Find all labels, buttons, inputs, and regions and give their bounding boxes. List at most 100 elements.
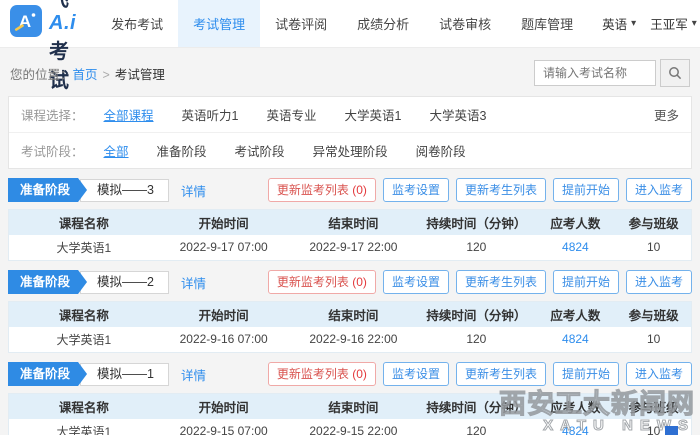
start-early-button[interactable]: 提前开始 xyxy=(553,178,619,202)
proctor-count-badge: (0) xyxy=(352,367,367,381)
cell-duration: 120 xyxy=(418,419,534,435)
exam-table-header-row: 课程名称 开始时间 结束时间 持续时间（分钟） 应考人数 参与班级 xyxy=(9,210,692,235)
chevron-down-icon: ▾ xyxy=(631,18,636,29)
enter-proctor-button[interactable]: 进入监考 xyxy=(626,270,692,294)
col-course-name: 课程名称 xyxy=(9,394,159,419)
exam-title: 模拟——1 xyxy=(80,363,169,386)
exam-card-buttons: 更新监考列表 (0) 监考设置 更新考生列表 提前开始 进入监考 xyxy=(268,270,692,294)
nav-item-exam-management[interactable]: 考试管理 xyxy=(178,0,260,47)
filter-label-stage: 考试阶段： xyxy=(21,141,84,160)
col-course-name: 课程名称 xyxy=(9,302,159,327)
filter-option-course-4[interactable]: 大学英语3 xyxy=(429,105,486,124)
cell-course-name: 大学英语1 xyxy=(9,327,159,353)
exam-card-buttons: 更新监考列表 (0) 监考设置 更新考生列表 提前开始 进入监考 xyxy=(268,178,692,202)
enter-proctor-button[interactable]: 进入监考 xyxy=(626,362,692,386)
cell-class-count: 10 xyxy=(616,327,691,353)
examinee-count-link[interactable]: 4824 xyxy=(562,424,589,435)
cell-class-count: 10 xyxy=(616,235,691,261)
breadcrumb-separator: > xyxy=(103,68,110,82)
proctor-settings-button[interactable]: 监考设置 xyxy=(383,270,449,294)
table-row: 大学英语1 2022-9-17 07:00 2022-9-17 22:00 12… xyxy=(9,235,692,261)
filter-option-course-2[interactable]: 英语专业 xyxy=(266,105,316,124)
exam-table-header-row: 课程名称 开始时间 结束时间 持续时间（分钟） 应考人数 参与班级 xyxy=(9,302,692,327)
col-course-name: 课程名称 xyxy=(9,210,159,235)
breadcrumb-prefix: 您的位置： xyxy=(10,68,73,82)
nav-item-question-bank[interactable]: 题库管理 xyxy=(506,0,588,47)
exam-table: 课程名称 开始时间 结束时间 持续时间（分钟） 应考人数 参与班级 大学英语1 … xyxy=(8,209,692,261)
chevron-down-icon: ▾ xyxy=(692,18,697,29)
filter-option-stage-exception[interactable]: 异常处理阶段 xyxy=(313,141,388,160)
filter-option-course-3[interactable]: 大学英语1 xyxy=(345,105,402,124)
update-student-list-button[interactable]: 更新考生列表 xyxy=(456,362,546,386)
filter-option-stage-marking[interactable]: 阅卷阶段 xyxy=(416,141,466,160)
col-duration: 持续时间（分钟） xyxy=(418,302,534,327)
col-duration: 持续时间（分钟） xyxy=(418,210,534,235)
stage-badge: 准备阶段 xyxy=(8,362,87,386)
top-navbar: A 讯飞A.i考试 发布考试 考试管理 试卷评阅 成绩分析 试卷审核 题库管理 … xyxy=(0,0,700,48)
col-start-time: 开始时间 xyxy=(159,210,289,235)
stage-badge: 准备阶段 xyxy=(8,178,87,202)
update-proctor-list-button[interactable]: 更新监考列表 (0) xyxy=(268,362,376,386)
main-nav: 发布考试 考试管理 试卷评阅 成绩分析 试卷审核 题库管理 xyxy=(96,0,588,47)
filter-panel: 课程选择： 全部课程 英语听力1 英语专业 大学英语1 大学英语3 更多 考试阶… xyxy=(8,96,692,169)
nav-item-publish-exam[interactable]: 发布考试 xyxy=(96,0,178,47)
update-proctor-list-button[interactable]: 更新监考列表 (0) xyxy=(268,178,376,202)
search-input[interactable] xyxy=(534,60,656,86)
cell-start-time: 2022-9-16 07:00 xyxy=(159,327,289,353)
username-label: 王亚军 xyxy=(650,14,688,33)
detail-link[interactable]: 详情 xyxy=(181,181,206,200)
filter-more-link[interactable]: 更多 xyxy=(654,105,679,124)
filter-option-all-stages[interactable]: 全部 xyxy=(104,141,129,160)
update-student-list-button[interactable]: 更新考生列表 xyxy=(456,270,546,294)
language-dropdown[interactable]: 英语 ▾ xyxy=(602,14,636,33)
proctor-settings-button[interactable]: 监考设置 xyxy=(383,362,449,386)
update-proctor-list-button[interactable]: 更新监考列表 (0) xyxy=(268,270,376,294)
col-end-time: 结束时间 xyxy=(289,394,419,419)
search-button[interactable] xyxy=(660,59,690,87)
search-icon xyxy=(668,66,682,80)
nav-item-paper-audit[interactable]: 试卷审核 xyxy=(424,0,506,47)
cell-start-time: 2022-9-15 07:00 xyxy=(159,419,289,435)
exam-card: 准备阶段 模拟——1 详情 更新监考列表 (0) 监考设置 更新考生列表 提前开… xyxy=(8,362,692,435)
examinee-count-link[interactable]: 4824 xyxy=(562,332,589,346)
filter-option-stage-exam[interactable]: 考试阶段 xyxy=(235,141,285,160)
col-examinee-count: 应考人数 xyxy=(534,210,616,235)
nav-item-score-analysis[interactable]: 成绩分析 xyxy=(342,0,424,47)
enter-proctor-button[interactable]: 进入监考 xyxy=(626,178,692,202)
page-content: 您的位置：首页>考试管理 课程选择： 全部课程 英语听力1 英语专业 大学英语1… xyxy=(0,48,700,435)
exam-title: 模拟——3 xyxy=(80,179,169,202)
detail-link[interactable]: 详情 xyxy=(181,365,206,384)
col-examinee-count: 应考人数 xyxy=(534,394,616,419)
start-early-button[interactable]: 提前开始 xyxy=(553,362,619,386)
cell-end-time: 2022-9-15 22:00 xyxy=(289,419,419,435)
filter-row-course: 课程选择： 全部课程 英语听力1 英语专业 大学英语1 大学英语3 更多 xyxy=(9,97,691,132)
update-student-list-button[interactable]: 更新考生列表 xyxy=(456,178,546,202)
breadcrumb-home-link[interactable]: 首页 xyxy=(73,68,98,82)
table-row: 大学英语1 2022-9-15 07:00 2022-9-15 22:00 12… xyxy=(9,419,692,435)
watermark-blue-square xyxy=(665,426,678,435)
exam-card-header: 准备阶段 模拟——3 详情 更新监考列表 (0) 监考设置 更新考生列表 提前开… xyxy=(8,178,692,202)
navbar-right: 英语 ▾ 王亚军 ▾ 返回平台 xyxy=(588,14,700,33)
col-examinee-count: 应考人数 xyxy=(534,302,616,327)
filter-option-stage-prepare[interactable]: 准备阶段 xyxy=(157,141,207,160)
col-class-count: 参与班级 xyxy=(616,302,691,327)
cell-class-count: 10 xyxy=(616,419,691,435)
exam-title: 模拟——2 xyxy=(80,271,169,294)
filter-option-course-1[interactable]: 英语听力1 xyxy=(182,105,239,124)
cell-course-name: 大学英语1 xyxy=(9,419,159,435)
nav-item-paper-review[interactable]: 试卷评阅 xyxy=(260,0,342,47)
filter-option-all-courses[interactable]: 全部课程 xyxy=(104,105,154,124)
proctor-count-badge: (0) xyxy=(352,183,367,197)
cell-start-time: 2022-9-17 07:00 xyxy=(159,235,289,261)
app-logo-icon: A xyxy=(10,5,42,42)
cell-end-time: 2022-9-17 22:00 xyxy=(289,235,419,261)
cell-end-time: 2022-9-16 22:00 xyxy=(289,327,419,353)
start-early-button[interactable]: 提前开始 xyxy=(553,270,619,294)
user-dropdown[interactable]: 王亚军 ▾ xyxy=(650,14,697,33)
cell-duration: 120 xyxy=(418,235,534,261)
proctor-settings-button[interactable]: 监考设置 xyxy=(383,178,449,202)
detail-link[interactable]: 详情 xyxy=(181,273,206,292)
examinee-count-link[interactable]: 4824 xyxy=(562,240,589,254)
col-class-count: 参与班级 xyxy=(616,210,691,235)
table-row: 大学英语1 2022-9-16 07:00 2022-9-16 22:00 12… xyxy=(9,327,692,353)
